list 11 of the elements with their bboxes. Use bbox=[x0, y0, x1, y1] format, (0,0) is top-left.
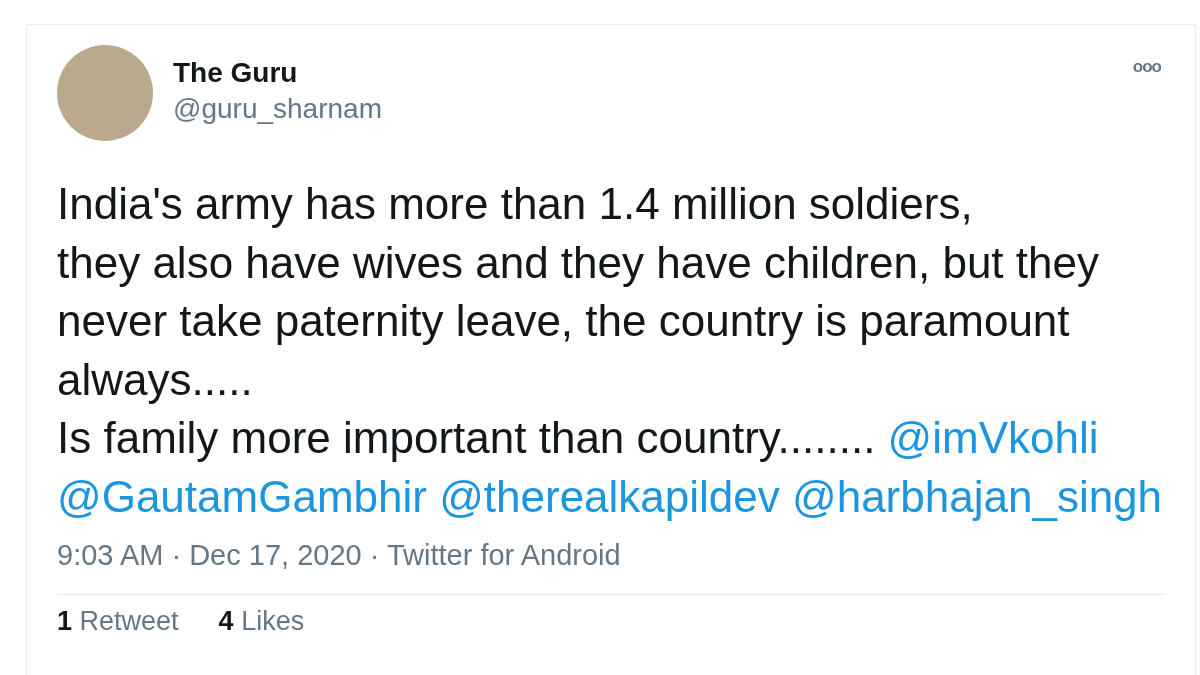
mention-link[interactable]: @harbhajan_singh bbox=[792, 471, 1163, 521]
stat-link[interactable]: 4 Likes bbox=[218, 605, 305, 637]
tweet-timestamp: 9:03 AM · Dec 17, 2020 · Twitter for Android bbox=[57, 538, 622, 572]
stat-link[interactable]: 1 Retweet bbox=[57, 605, 179, 637]
mention-link[interactable]: @imVkohli bbox=[887, 413, 1099, 462]
more-options-button[interactable]: ooo bbox=[1128, 57, 1165, 77]
mention-link[interactable]: @therealkapildev bbox=[439, 471, 780, 521]
tweet-text: India's army has more than 1.4 million soldiers, they also have wives and they have children, but they never take paternity leave, the country is paramount always..... Is family more important than country........ @imVkohli @GautamGambhir @therealkapildev @harbhajan_singh bbox=[57, 178, 1164, 523]
mention-link[interactable]: @GautamGambhir bbox=[57, 471, 427, 521]
author-name[interactable]: The Guru bbox=[173, 57, 1129, 89]
author-handle[interactable]: @guru_sharnam bbox=[173, 91, 1129, 127]
